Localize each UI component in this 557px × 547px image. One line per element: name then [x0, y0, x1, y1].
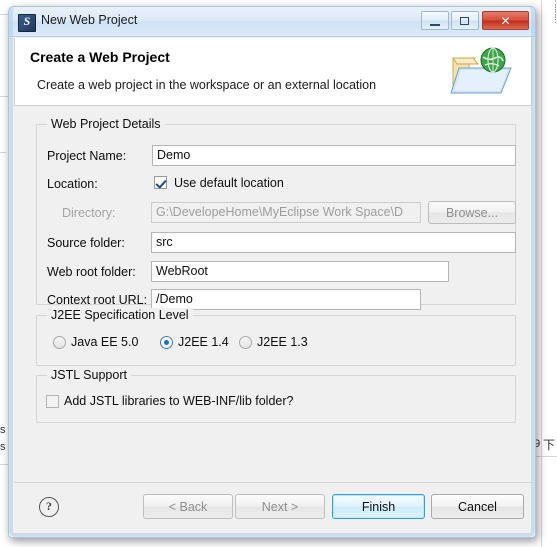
browse-button[interactable]: Browse... [428, 201, 516, 224]
minimize-button[interactable] [421, 11, 449, 30]
radio-label-j2ee-13: J2EE 1.3 [257, 335, 308, 349]
bg-dot-column: ⋮ ⋮ ⋮ ⋮ [551, 0, 557, 24]
maximize-icon [460, 17, 469, 25]
bg-divider [0, 464, 8, 465]
context-root-url-input[interactable]: /Demo [151, 289, 421, 310]
page-title: Create a Web Project [30, 49, 170, 65]
close-icon: ✕ [500, 13, 511, 28]
cancel-button[interactable]: Cancel [431, 494, 524, 519]
dialog-footer: ? < Back Next > Finish Cancel [14, 482, 532, 533]
minimize-icon [430, 24, 440, 26]
finish-button[interactable]: Finish [332, 494, 425, 519]
new-web-project-dialog: Ѕ New Web Project ✕ Create a Web Project… [8, 6, 536, 538]
radio-j2ee-13[interactable] [239, 336, 252, 349]
page-subtitle: Create a web project in the workspace or… [37, 78, 377, 92]
label-web-root-folder: Web root folder: [47, 265, 136, 279]
radio-j2ee-14[interactable] [160, 336, 173, 349]
group-title-j2ee: J2EE Specification Level [47, 308, 193, 322]
label-directory: Directory: [62, 206, 116, 220]
use-default-location-label: Use default location [174, 176, 284, 190]
app-icon-glyph: Ѕ [23, 14, 31, 28]
group-title-jstl: JSTL Support [47, 368, 131, 382]
dialog-title: New Web Project [41, 13, 138, 27]
group-title-details: Web Project Details [47, 117, 165, 131]
label-project-name: Project Name: [47, 149, 127, 163]
bg-divider [0, 96, 8, 97]
radio-label-j2ee-14: J2EE 1.4 [178, 335, 229, 349]
dialog-titlebar[interactable]: Ѕ New Web Project ✕ [9, 7, 535, 37]
web-project-folder-globe-icon [450, 47, 512, 94]
source-folder-input[interactable]: src [151, 232, 516, 253]
dialog-content: Web Project Details Project Name: Demo L… [14, 106, 532, 482]
web-root-folder-input[interactable]: WebRoot [151, 261, 449, 282]
directory-input[interactable]: G:\DevelopeHome\MyEclipse Work Space\D [151, 202, 421, 223]
bg-divider [0, 152, 6, 153]
bg-vertical-rule [541, 0, 542, 547]
label-source-folder: Source folder: [47, 236, 125, 250]
next-button[interactable]: Next > [235, 494, 325, 519]
close-button[interactable]: ✕ [482, 11, 529, 30]
project-name-input[interactable]: Demo [152, 145, 516, 166]
maximize-button[interactable] [451, 11, 479, 30]
bg-left-text-2: s [0, 441, 6, 453]
back-button[interactable]: < Back [143, 494, 233, 519]
dialog-header: Create a Web Project Create a web projec… [14, 38, 532, 106]
use-default-location-checkbox[interactable] [154, 176, 167, 189]
add-jstl-libraries-checkbox[interactable] [46, 395, 59, 408]
label-location: Location: [47, 177, 98, 191]
bg-right-label-cjk: 下 [543, 438, 556, 452]
radio-java-ee-5[interactable] [53, 336, 66, 349]
add-jstl-libraries-label: Add JSTL libraries to WEB-INF/lib folder… [64, 394, 294, 408]
label-context-root-url: Context root URL: [47, 293, 148, 307]
bg-left-text-1: s [0, 424, 6, 436]
bg-divider [0, 14, 8, 15]
myeclipse-icon: Ѕ [18, 14, 36, 32]
help-icon[interactable]: ? [39, 497, 59, 517]
radio-label-java-ee-5: Java EE 5.0 [71, 335, 139, 349]
